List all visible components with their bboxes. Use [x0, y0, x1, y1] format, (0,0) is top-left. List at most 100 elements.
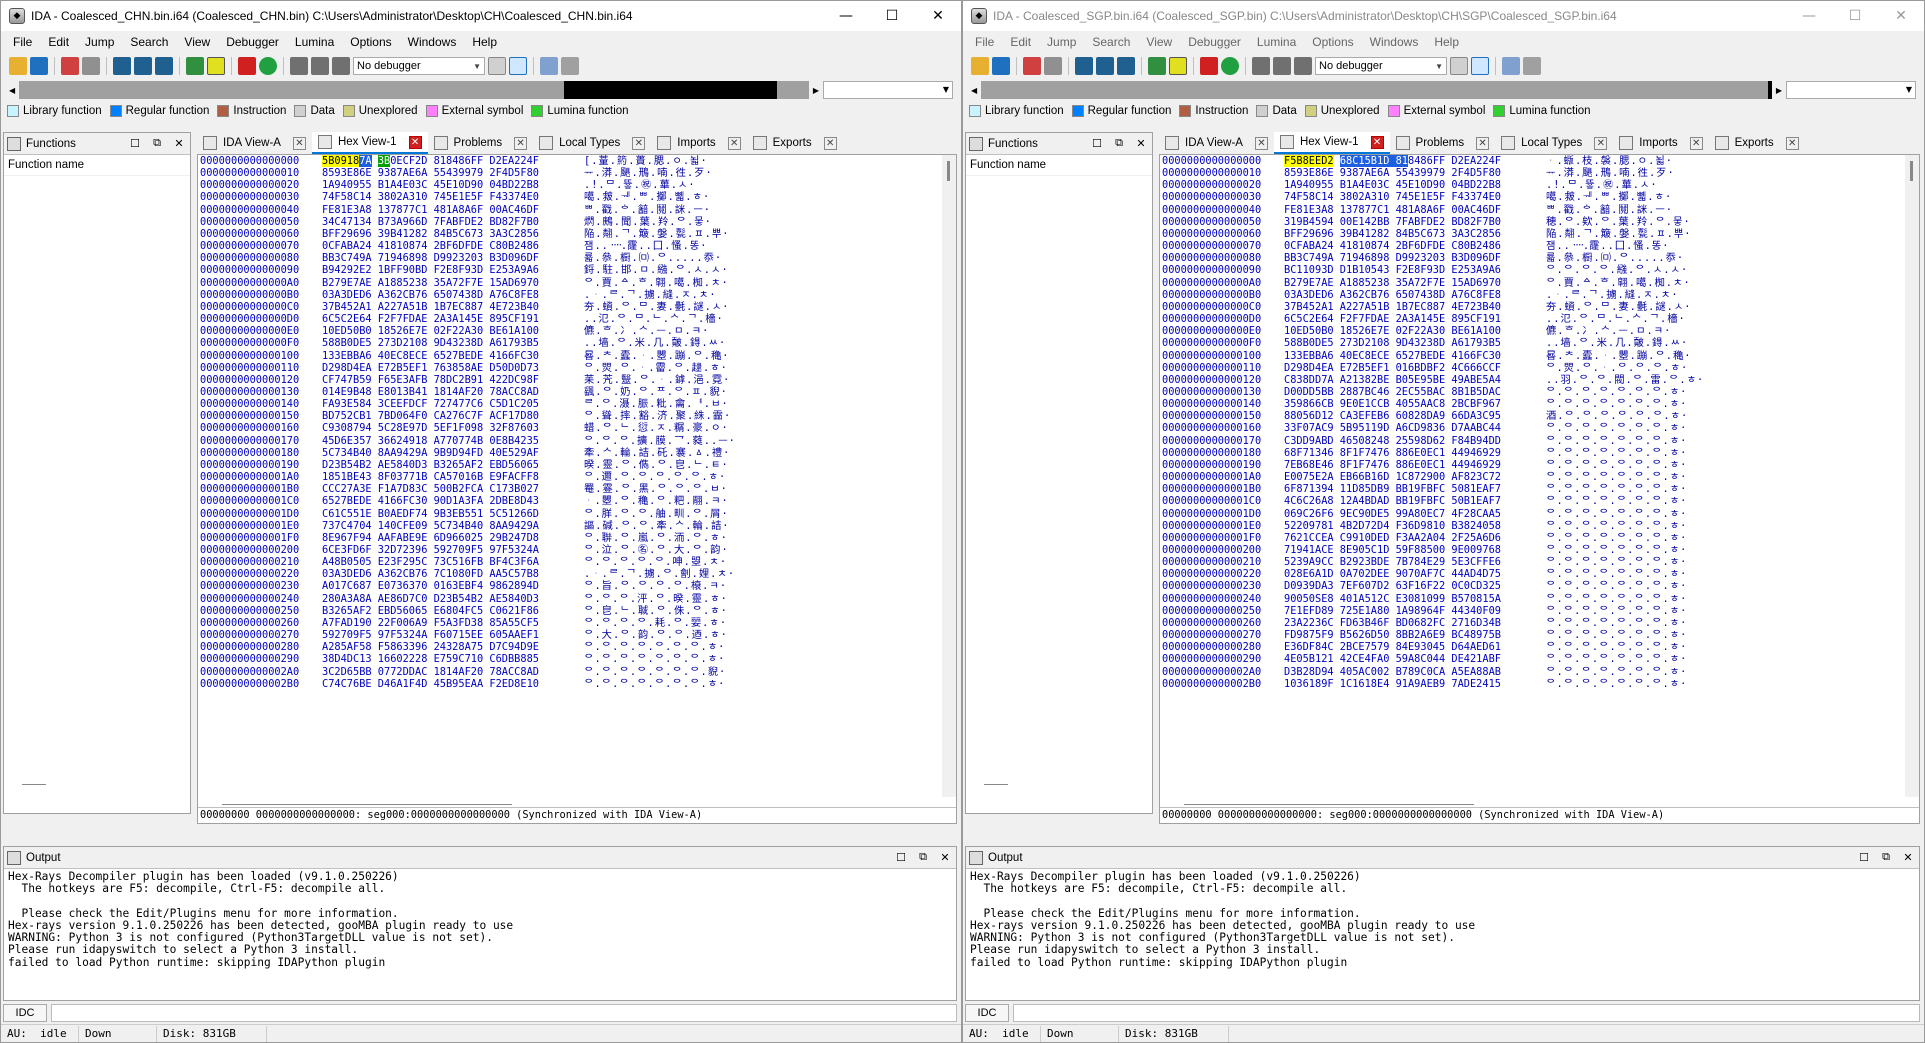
hex-byte-group[interactable]: 10ED50B0 18526E7E 02F22A30 BE61A100 [322, 325, 539, 337]
hex-ascii[interactable]: 酒.ᄋ.ᄋ.ᄋ.ᄋ.ᄋ.ᄋ.ㅎ· [1546, 410, 1688, 422]
hex-ascii[interactable]: ᄋ.ᄋ.ᄋ.ᄋ.ᄋ.ᄋ.ᄋ.ㅎ· [584, 678, 725, 690]
hex-ascii[interactable]: ᄋ.ᄋ.ᄋ.擴.膜.乛.蕤..ᅳ· [584, 435, 736, 447]
hex-byte-group[interactable]: 74F58C14 3802A310 745E1E5F F43374E0 [322, 191, 539, 203]
hex-bytes[interactable]: 5B09187A 3B0ECF2D 818486FF D2EA224F [322, 155, 584, 167]
hex-ascii[interactable]: 噶.皳.ᅰ.ᄈ.擲.뼯.ㅎ· [1546, 191, 1672, 203]
hex-byte-group[interactable]: 6C5C2E64 F2F7FDAE 2A3A145E 895CF191 [1284, 313, 1501, 325]
hex-byte-group[interactable]: 52209781 4B2D72D4 F36D9810 B3824058 [1284, 520, 1501, 532]
pause-icon[interactable] [1273, 57, 1291, 75]
maximize-icon[interactable]: ☐ [1832, 1, 1878, 31]
menu-help[interactable]: Help [1426, 35, 1467, 49]
hex-bytes[interactable]: BB3C749A 71946898 D9923203 B3D096DF [322, 252, 584, 264]
hex-ascii[interactable]: ..氾.ᄋ.ᄆ.ᄂ.ᄉ.ᄀ.檣· [1546, 313, 1686, 325]
hex-bytes[interactable]: 03A3DED6 A362CB76 6507438D A76C8FE8 [322, 289, 584, 301]
hex-bytes[interactable]: 737C4704 140CFE09 5C734B40 8AA9429A [322, 520, 584, 532]
hex-byte-group[interactable]: E0075E2A EB66B16D 1C872900 AF823C72 [1284, 471, 1501, 483]
attach-icon[interactable] [488, 57, 506, 75]
hex-byte-group[interactable]: 0CFABA24 41810874 2BF6DFDE C80B2486 [322, 240, 539, 252]
hex-bytes[interactable]: A48B0505 E23F295C 73C516FB BF4C3F6A [322, 556, 584, 568]
hex-byte-group[interactable]: 8E967F94 AAFABE9E 6D966025 29B247D8 [322, 532, 539, 544]
hex-ascii[interactable]: ᄈ.戳.ᅌ.韽.鬩.詸.ㅡ· [584, 204, 711, 216]
hex-ascii[interactable]: [.蕫.箹.蕢.腮.ㅇ.뇗· [584, 155, 708, 167]
save-icon[interactable] [30, 57, 48, 75]
hex-bytes[interactable]: BD752CB1 7BD064F0 CA276C7F ACF17D80 [322, 410, 584, 422]
hex-bytes[interactable]: 88056D12 CA3EFEB6 60828DA9 66DA3C95 [1284, 410, 1546, 422]
hex-ascii[interactable]: ᄋ.邇.ᄋ.ᄋ.ᄋ.ᄋ.ᄋ.ㅎ· [584, 471, 726, 483]
command-input[interactable] [1013, 1004, 1920, 1022]
hex-hscroll[interactable] [1184, 804, 1474, 805]
menu-debugger[interactable]: Debugger [218, 35, 287, 49]
hex-rows[interactable]: 0000000000000000 5B09187A 3B0ECF2D 818486… [198, 155, 942, 797]
hex-bytes[interactable]: 7621CCEA C9910DED F3AA2A04 2F25A6D6 [1284, 532, 1546, 544]
hex-byte-group[interactable]: 1036189F 1C1618E4 91A9AEB9 7ADE2415 [1284, 678, 1501, 690]
hex-bytes[interactable]: 10ED50B0 18526E7E 02F22A30 BE61A100 [1284, 325, 1546, 337]
hex-byte-group[interactable]: 23A2236C FD63B46F BD0682FC 2716D34B [1284, 617, 1501, 629]
hex-row[interactable]: 00000000000001B0 CCC27A3E F1A7D83C 500B2F… [198, 483, 942, 495]
hex-bytes[interactable]: 6C5C2E64 F2F7FDAE 2A3A145E 895CF191 [1284, 313, 1546, 325]
hex-ascii[interactable]: ᄋ.ᄋ.ᄋ.ᄋ.ᄋ.ᄋ.ᄋ.ㅎ· [1546, 495, 1687, 507]
back-arrow-icon[interactable] [1023, 57, 1041, 75]
hex-bytes[interactable]: 71941ACE 8E905C1D 59F88500 9E009768 [1284, 544, 1546, 556]
hex-ascii[interactable]: ᄋ.ᄋ.ᄋ.ᄋ.ᄋ.ᄋ.ᄋ.ㅎ· [1546, 447, 1687, 459]
search-next-icon[interactable] [1117, 57, 1135, 75]
hex-byte-group[interactable]: 359866CB 9E0E1CCB 4055AAC8 2BCBF967 [1284, 398, 1501, 410]
hex-byte-group[interactable]: CCC27A3E F1A7D83C 500B2FCA C173B027 [322, 483, 539, 495]
hex-bytes[interactable]: BB3C749A 71946898 D9923203 B3D096DF [1284, 252, 1546, 264]
menu-file[interactable]: File [967, 35, 1002, 49]
hex-bytes[interactable]: 90050SE8 401A512C E3081099 B570815A [1284, 593, 1546, 605]
hex-ascii[interactable]: ᄋ.ᄋ.ᄋ.ᄋ.ᄋ.ᄋ.ᄋ.ㅎ· [1546, 556, 1687, 568]
close-icon[interactable]: ✕ [514, 136, 528, 150]
hex-ascii[interactable]: ᄋ.皀.ᄂ.聝.ᄋ.侏.ᄋ.ㅎ· [584, 605, 728, 617]
hex-bytes[interactable]: CF747B59 F65E3AFB 78DC2B91 422DC98F [322, 374, 584, 386]
hex-bytes[interactable]: FE81E3A8 137877C1 481A8A6F 00AC46DF [322, 204, 584, 216]
sync-icon[interactable] [1471, 57, 1489, 75]
hex-row[interactable]: 00000000000000D0 6C5C2E64 F2F7FDAE 2A3A14… [198, 313, 942, 325]
hex-bytes[interactable]: A7FAD190 22F006A9 F5A3FD38 85A55CF5 [322, 617, 584, 629]
code-icon[interactable] [1148, 57, 1166, 75]
hex-byte-group[interactable]: 6C5C2E64 F2F7FDAE 2A3A145E 895CF191 [322, 313, 539, 325]
hex-byte-group[interactable]: 0CFABA24 41810874 2BF6DFDE C80B2486 [1284, 240, 1501, 252]
hex-bytes[interactable]: D3B28D94 405AC002 B789C0CA A5EA88AB [1284, 666, 1546, 678]
hex-bytes[interactable]: FD9875F9 B5626D50 8BB2A6E9 BC48975B [1284, 629, 1546, 641]
hex-ascii[interactable]: ᆞ.蝂.枝.褩.腮.ㅇ.뇗· [1546, 155, 1673, 167]
hex-byte-group[interactable]: FE81E3A8 137877C1 481A8A6F 00AC46DF [1284, 204, 1501, 216]
hex-ascii[interactable]: 颻.ᄋ.奶.ᄋ.ᄑ.ᄋ.ㅍ.貎· [584, 386, 728, 398]
hex-byte-group[interactable]: D00DD5BB 2887BC46 2EC55BAC 8B1B5DAC [1284, 386, 1501, 398]
hex-ascii[interactable]: ᄋ.ᄋ.ᄋ.ᄋ.ᄋ.ᄋ.ᄋ.ㅎ· [1546, 629, 1687, 641]
hex-bytes[interactable]: 74F58C14 3802A310 745E1E5F F43374E0 [1284, 191, 1546, 203]
hex-bytes[interactable]: BC11093D D1B10543 F2E8F93D E253A9A6 [1284, 264, 1546, 276]
hex-byte-group[interactable]: 133EBBA6 40EC8ECE 6527BEDE 4166FC30 [322, 350, 539, 362]
tab-exports[interactable]: Exports ✕ [747, 132, 843, 154]
hex-bytes[interactable]: C838DD7A A21382BE B05E95BE 49ABE5A4 [1284, 374, 1546, 386]
hex-row[interactable]: 00000000000000B0 03A3DED6 A362CB76 650743… [1160, 289, 1905, 301]
hex-byte-group[interactable]: C74C76BE D46A1F4D 45B95EAA F2ED8E10 [322, 678, 539, 690]
hex-bytes[interactable]: 7E1EFD89 725E1A80 1A98964F 44340F09 [1284, 605, 1546, 617]
forward-arrow-icon[interactable] [82, 57, 100, 75]
hex-bytes[interactable]: 5C734B40 8AA9429A 9B9D94FD 40E529AF [322, 447, 584, 459]
hex-byte-group[interactable]: 03A3DED6 A362CB76 6507438D A76C8FE8 [1284, 289, 1501, 301]
hex-ascii[interactable]: ᄋ.焸.ᄋ.ᆞ.霤.ᄋ.趢.ㅎ· [584, 362, 728, 374]
tab-local-types[interactable]: Local Types ✕ [533, 132, 651, 154]
functions-hscroll[interactable] [984, 784, 1008, 785]
nav-select[interactable]: ▼ [823, 81, 953, 99]
hex-byte-group[interactable]: C61C551E B0AEDF74 9B3EB551 5C51266D [322, 508, 539, 520]
hex-ascii[interactable]: ..墙.ᄋ.米.几.皾.鍀.ㅆ· [584, 337, 726, 349]
hex-bytes[interactable]: 6F871394 11D85DB9 BB19FBFC 5081EAF7 [1284, 483, 1546, 495]
hex-ascii[interactable]: ᄅ.ᄋ.滠.脤.粃.龠.ᅧ.ㅂ· [584, 398, 729, 410]
command-input[interactable] [51, 1004, 957, 1022]
hex-ascii[interactable]: 晷.ᄎ.蠹.ᆞ.瞾.蹦.ᄋ.穐· [1546, 350, 1692, 362]
layout-icon[interactable] [1502, 57, 1520, 75]
hex-row[interactable]: 00000000000001A0 1851BE43 8F03771B CA5701… [198, 471, 942, 483]
hex-bytes[interactable]: A017C687 E0736370 0163EBF4 9862894D [322, 580, 584, 592]
lumina-icon[interactable] [1221, 57, 1239, 75]
hex-ascii[interactable]: ᄋ.ᄋ.ᄋ.ᄋ.ᄋ.ᄋ.ᄋ.ㅎ· [1546, 508, 1687, 520]
hex-byte-group[interactable]: 3B [377, 155, 391, 167]
hex-bytes[interactable]: 0CFABA24 41810874 2BF6DFDE C80B2486 [1284, 240, 1546, 252]
hex-ascii[interactable]: ᄋ.ᄋ.ᄋ.ᄋ.ᄋ.ᄋ.ᄋ.ㅎ· [1546, 605, 1687, 617]
menu-jump[interactable]: Jump [1039, 35, 1084, 49]
hex-byte-group[interactable]: 6F871394 11D85DB9 BB19FBFC 5081EAF7 [1284, 483, 1501, 495]
hex-byte-group[interactable]: CF747B59 F65E3AFB 78DC2B91 422DC98F [322, 374, 539, 386]
output-text[interactable]: Hex-Rays Decompiler plugin has been load… [966, 869, 1919, 997]
hex-byte-group[interactable]: 33F07AC9 5B95119D A6CD9836 D7AABC44 [1284, 422, 1501, 434]
hex-byte-group[interactable]: BB3C749A 71946898 D9923203 B3D096DF [322, 252, 539, 264]
